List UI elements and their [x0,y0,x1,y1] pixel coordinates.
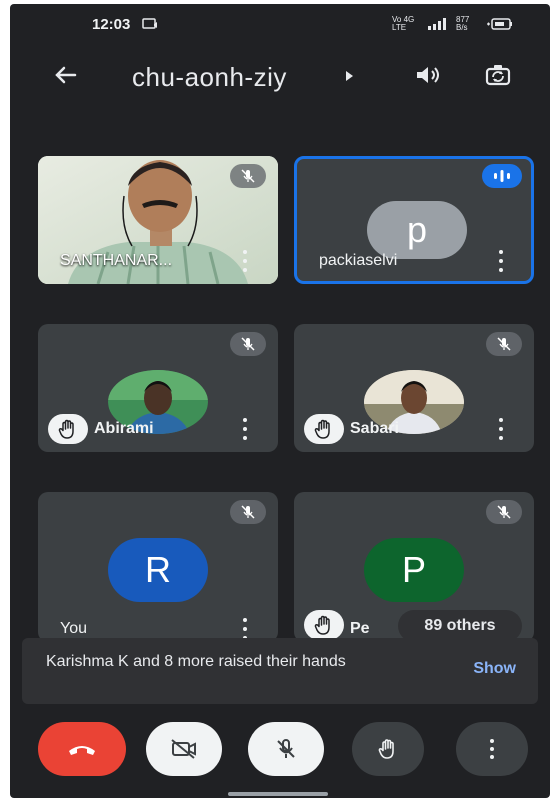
speaker-icon[interactable] [410,58,446,92]
participant-tile[interactable]: SANTHANAR... [38,156,278,284]
meeting-code[interactable]: chu-aonh-ziy [132,62,287,93]
mic-off-icon [241,337,255,351]
participant-tile[interactable]: p packiaselvi [294,156,534,284]
participant-name: Sabari [350,420,399,437]
tile-menu-icon[interactable] [242,618,248,640]
more-vert-icon [489,739,495,759]
battery-icon [487,18,512,30]
meeting-header: chu-aonh-ziy [10,54,550,98]
raised-hands-banner: Karishma K and 8 more raised their hands… [22,638,538,704]
camera-toggle-button[interactable] [146,722,222,776]
participant-tile[interactable]: R You [38,492,278,642]
raised-hand-icon [314,419,330,439]
raised-hand-icon [314,615,330,635]
signal-icon [428,18,446,30]
avatar: p [367,201,467,259]
camera-off-icon [171,739,196,759]
mic-off-badge [486,500,522,524]
raised-hand-badge [304,610,344,640]
participant-name: SANTHANAR... [60,252,173,269]
show-button[interactable]: Show [473,660,516,678]
participant-tile[interactable]: Abirami [38,324,278,452]
chevron-right-icon[interactable] [340,66,360,86]
mic-off-icon [497,505,511,519]
raised-hand-icon [58,419,74,439]
switch-camera-icon[interactable] [480,58,516,92]
network-label: Vo 4G LTE [392,15,415,32]
more-options-button[interactable] [456,722,528,776]
home-indicator[interactable] [228,792,328,796]
status-indicators: Vo 4G LTE 877 B/s [392,16,514,32]
mic-off-icon [241,169,255,183]
data-speed: 877 B/s [456,15,470,32]
tile-menu-icon[interactable] [498,250,504,272]
avatar-initial: P [401,549,426,590]
participant-tile[interactable]: Sabari [294,324,534,452]
raise-hand-icon [378,739,394,759]
participant-name: You [60,620,87,637]
cast-icon [142,18,157,29]
phone-hangup-icon [69,746,95,755]
mic-off-badge [486,332,522,356]
raised-hand-badge [304,414,344,444]
mic-off-badge [230,164,266,188]
mic-toggle-button[interactable] [248,722,324,776]
tile-menu-icon[interactable] [242,250,248,272]
mic-off-badge [230,332,266,356]
back-arrow-icon[interactable] [48,58,82,92]
status-bar: 12:03 Vo 4G LTE 877 B/s [10,4,550,44]
raised-hand-badge [48,414,88,444]
audio-level-icon [494,170,510,182]
mic-off-icon [277,739,295,758]
meet-screen: 12:03 Vo 4G LTE 877 B/s chu-aonh-ziy SAN… [10,4,550,798]
end-call-button[interactable] [38,722,126,776]
avatar: P [364,538,464,602]
participant-name: packiaselvi [319,252,398,269]
banner-message: Karishma K and 8 more raised their hands [46,653,346,670]
tile-menu-icon[interactable] [498,418,504,440]
avatar-initial: p [406,209,428,250]
participant-tile[interactable]: P Pe 89 others [294,492,534,642]
status-time: 12:03 [92,16,131,33]
mic-off-badge [230,500,266,524]
mic-off-icon [497,337,511,351]
tile-menu-icon[interactable] [242,418,248,440]
participant-name: Abirami [94,420,154,437]
participant-name: Pe [350,620,370,637]
mic-off-icon [241,505,255,519]
raise-hand-button[interactable] [352,722,424,776]
avatar-initial: R [145,549,171,590]
avatar: R [108,538,208,602]
others-count: 89 others [424,617,496,634]
speaking-indicator [482,164,522,188]
